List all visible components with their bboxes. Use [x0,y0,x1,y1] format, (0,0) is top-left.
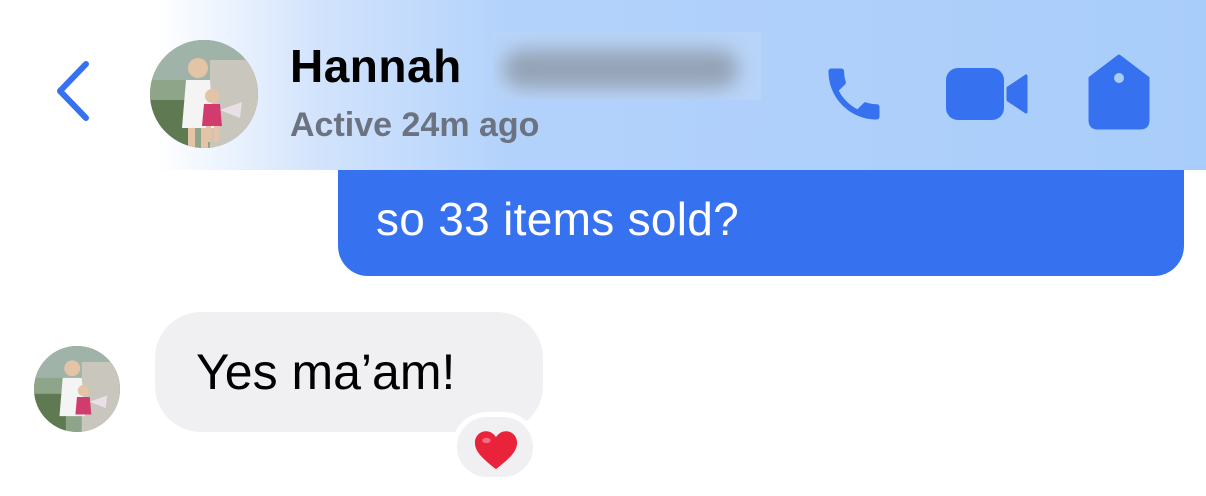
message-reaction[interactable] [452,412,538,482]
received-message-text: Yes ma’am! [196,344,456,400]
redacted-surname [493,32,761,100]
active-status: Active 24m ago [290,106,540,144]
heart-icon [474,431,518,470]
chat-header: Hannah Active 24m ago [0,0,1206,170]
call-button[interactable] [820,60,888,128]
phone-icon [828,68,880,120]
contact-avatar[interactable] [150,40,258,148]
sent-message-text: so 33 items sold? [376,193,740,245]
video-call-button[interactable] [944,66,1030,122]
video-camera-icon [946,68,1028,120]
chevron-left-icon [57,61,89,121]
contact-name[interactable]: Hannah [290,38,462,94]
sender-avatar[interactable] [34,346,120,432]
tag-icon [1088,54,1150,130]
back-button[interactable] [48,56,104,126]
tag-button[interactable] [1086,54,1152,130]
